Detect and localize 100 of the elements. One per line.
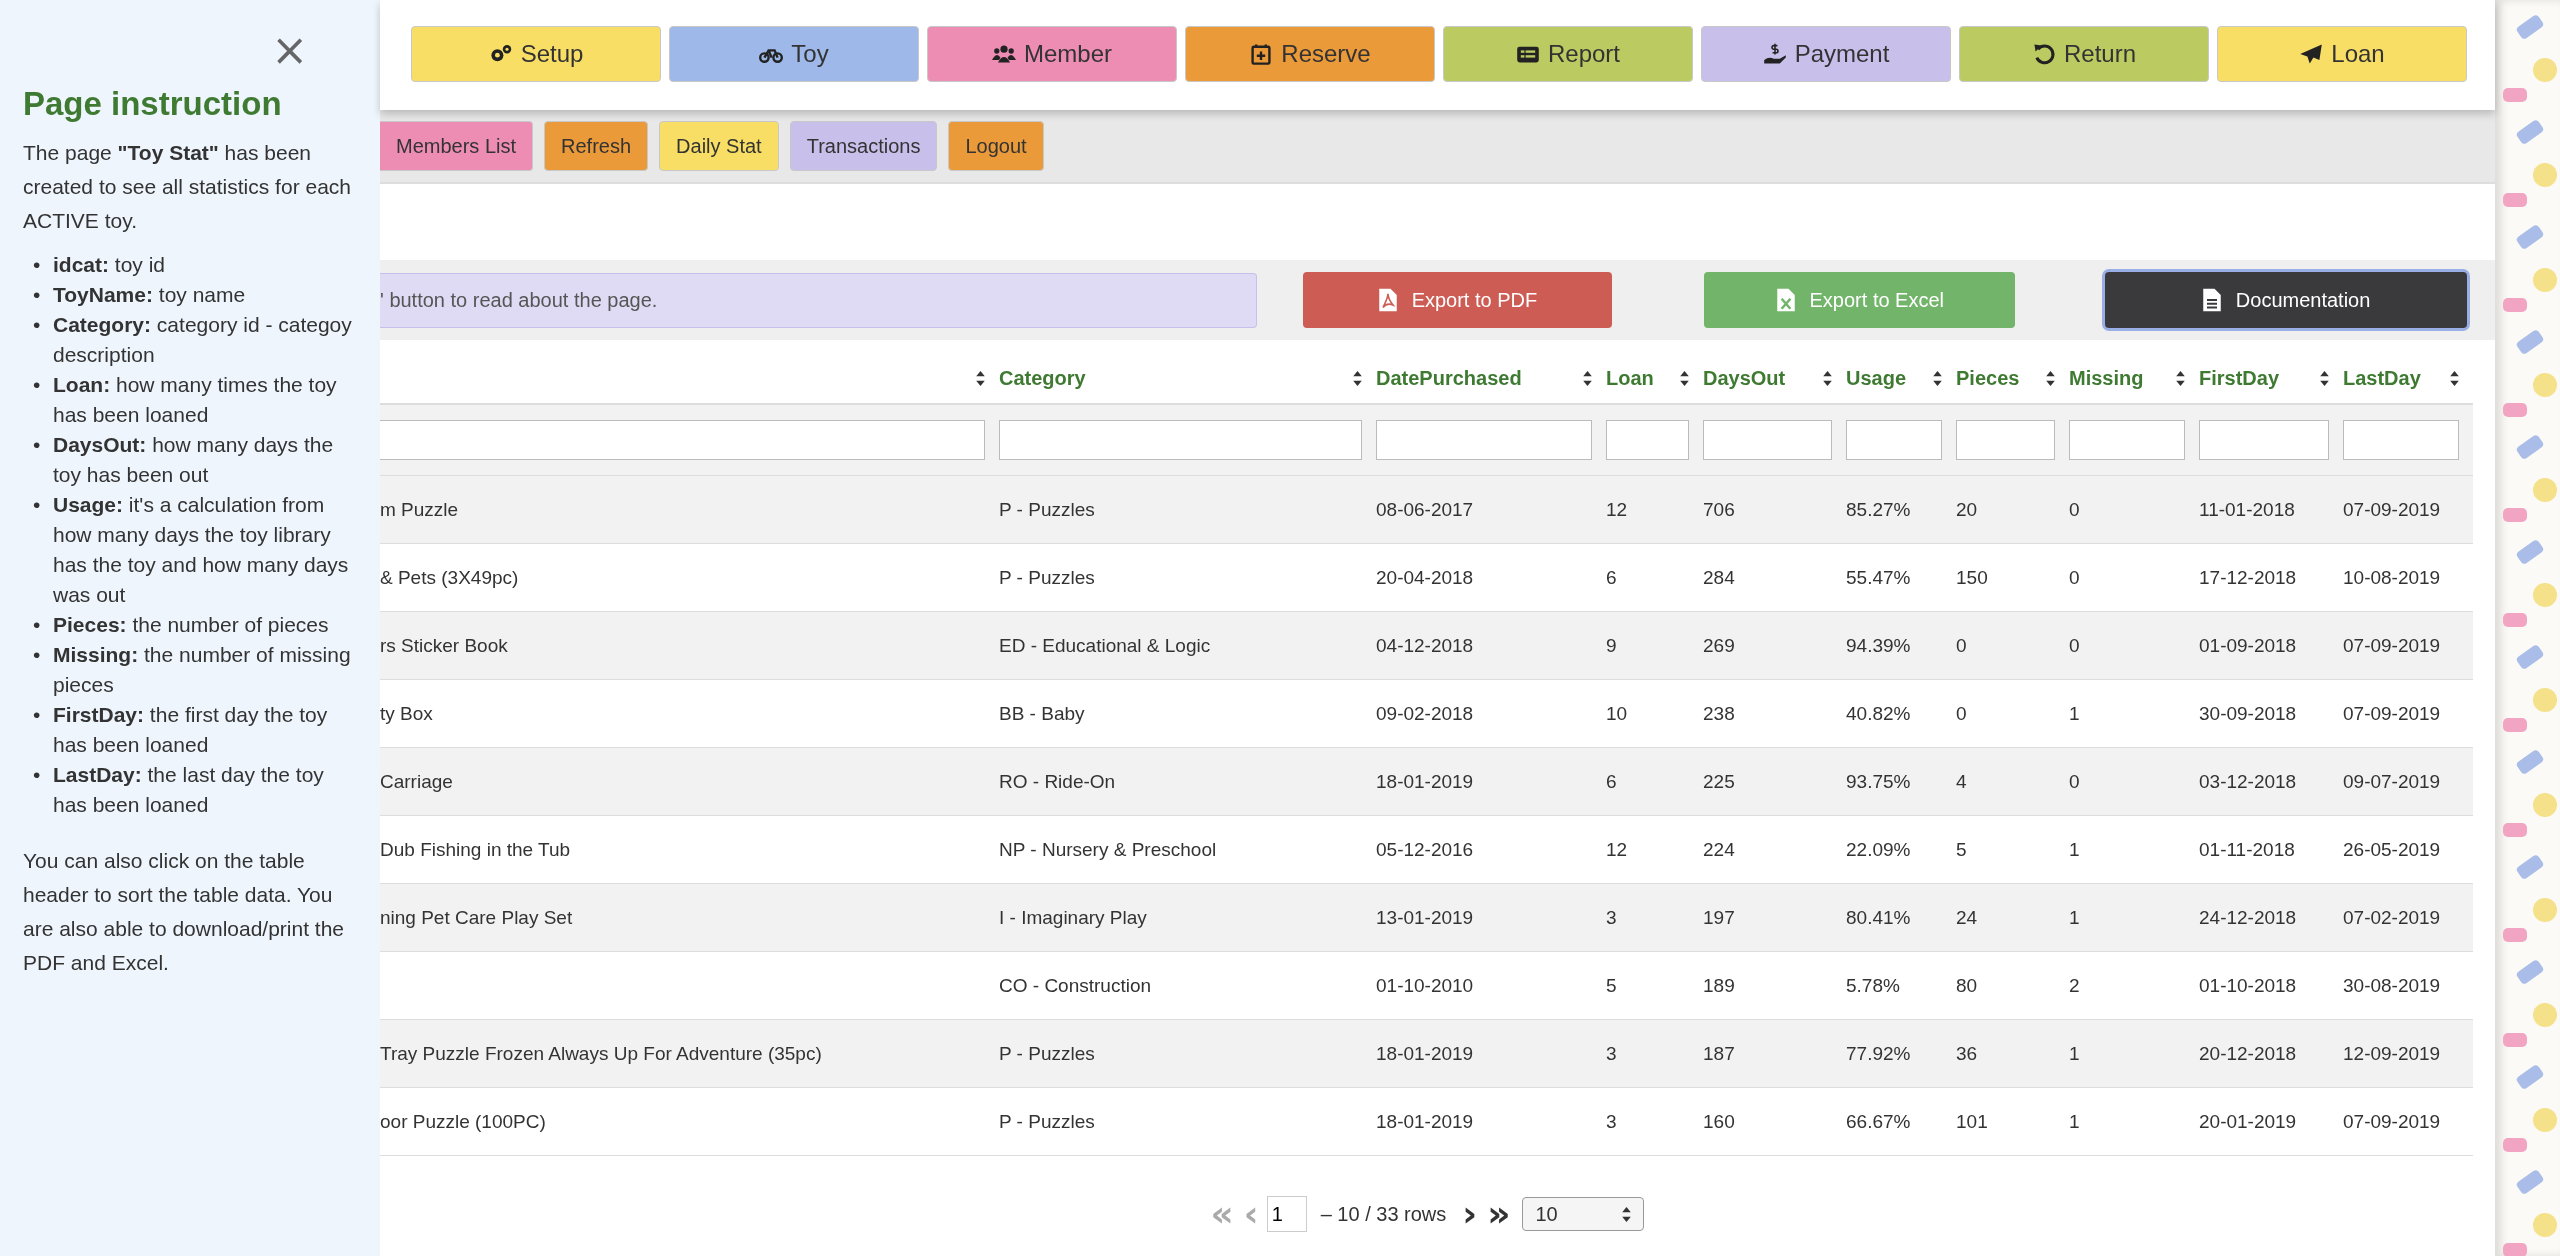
column-header[interactable]: Usage <box>1846 366 1907 390</box>
column-header[interactable]: Pieces <box>1956 366 2020 390</box>
column-header[interactable]: DaysOut <box>1703 366 1786 390</box>
table-cell: 05-12-2016 <box>1376 838 1474 861</box>
nav-button[interactable]: Toy <box>669 26 919 82</box>
column-header[interactable]: Missing <box>2069 366 2144 390</box>
filter-field[interactable] <box>2343 420 2459 460</box>
table-cell: 0 <box>2069 566 2080 589</box>
table-cell: Carriage <box>380 770 453 793</box>
filter-field[interactable] <box>1606 420 1689 460</box>
table-cell: 18-01-2019 <box>1376 770 1474 793</box>
menu-button[interactable]: Refresh <box>544 121 649 171</box>
table-cell: 284 <box>1703 566 1735 589</box>
table-cell: 20-04-2018 <box>1376 566 1474 589</box>
filter-field[interactable] <box>1376 420 1592 460</box>
dropdown-arrows-icon <box>1622 1206 1632 1222</box>
sort-icon[interactable] <box>1933 370 1942 386</box>
table-cell: 12 <box>1606 838 1628 861</box>
sort-icon[interactable] <box>1680 370 1689 386</box>
nav-button[interactable]: Member <box>927 26 1177 82</box>
table-cell: 07-09-2019 <box>2343 634 2441 657</box>
last-page-button[interactable]: » <box>1485 1199 1513 1229</box>
row-range: – 10 / 33 rows <box>1319 1202 1448 1226</box>
table-cell: 30-08-2019 <box>2343 974 2441 997</box>
filter-field[interactable] <box>1956 420 2055 460</box>
table-cell: 07-09-2019 <box>2343 1110 2441 1133</box>
table-cell: 1 <box>2069 1110 2080 1133</box>
table-cell: 20 <box>1956 498 1978 521</box>
sort-icon[interactable] <box>1583 370 1592 386</box>
table-cell: NP - Nursery & Preschool <box>999 838 1217 861</box>
table-cell: 189 <box>1703 974 1735 997</box>
bullet: • <box>32 252 42 278</box>
table-cell: ty Box <box>380 702 433 725</box>
page-size-select[interactable]: 10 <box>1522 1197 1645 1231</box>
sort-icon[interactable] <box>976 370 985 386</box>
table-cell: 24-12-2018 <box>2199 906 2297 929</box>
table-cell: P - Puzzles <box>999 1042 1095 1065</box>
table-cell: 17-12-2018 <box>2199 566 2297 589</box>
table-cell: 1 <box>2069 906 2080 929</box>
filter-field[interactable] <box>1703 420 1832 460</box>
table-cell: 0 <box>2069 770 2080 793</box>
table-cell: 24 <box>1956 906 1978 929</box>
menu-button[interactable]: Daily Stat <box>659 121 779 171</box>
column-header[interactable]: Loan <box>1606 366 1654 390</box>
nav-button[interactable]: Payment <box>1701 26 1951 82</box>
nav-button[interactable]: Report <box>1443 26 1693 82</box>
table-cell: 5.78% <box>1846 974 1900 997</box>
table-cell: Tray Puzzle Frozen Always Up For Adventure (35pc) <box>380 1042 822 1065</box>
filter-field[interactable] <box>999 420 1362 460</box>
undo-arrow-icon <box>2031 42 2056 66</box>
table-cell: 93.75% <box>1846 770 1911 793</box>
close-button[interactable]: × <box>271 30 308 70</box>
next-page-button[interactable]: › <box>1460 1199 1480 1229</box>
bullet: • <box>32 702 42 728</box>
filter-field[interactable] <box>2069 420 2185 460</box>
sort-icon[interactable] <box>2320 370 2329 386</box>
column-header[interactable]: FirstDay <box>2199 366 2280 390</box>
table-cell: 3 <box>1606 1042 1617 1065</box>
table-cell: 85.27% <box>1846 498 1911 521</box>
nav-button[interactable]: Return <box>1959 26 2209 82</box>
outro-text: You can also click on the table header to sort the table data. You are also able to download/print the PDF and Excel. <box>23 848 346 976</box>
table-cell: P - Puzzles <box>999 498 1095 521</box>
sort-icon[interactable] <box>2046 370 2055 386</box>
menu-button[interactable]: Logout <box>948 121 1044 171</box>
filter-field[interactable] <box>1846 420 1942 460</box>
table-cell: m Puzzle <box>380 498 459 521</box>
table-cell: & Pets (3X49pc) <box>380 566 519 589</box>
table-cell: 22.09% <box>1846 838 1911 861</box>
column-header[interactable]: DatePurchased <box>1376 366 1522 390</box>
sort-icon[interactable] <box>1823 370 1832 386</box>
sort-icon[interactable] <box>2450 370 2459 386</box>
document-icon <box>2201 287 2222 313</box>
nav-button[interactable]: Loan <box>2217 26 2467 82</box>
table-cell: 101 <box>1956 1110 1988 1133</box>
panel-title: Page instruction <box>23 84 283 124</box>
filter-field[interactable] <box>380 420 985 460</box>
table-cell: 9 <box>1606 634 1617 657</box>
menu-button[interactable]: Members List <box>380 121 534 171</box>
table-cell: 07-02-2019 <box>2343 906 2441 929</box>
page-number-field[interactable]: 1 <box>1266 1196 1307 1232</box>
table-cell: 0 <box>2069 634 2080 657</box>
table-cell: 0 <box>2069 498 2080 521</box>
table-cell: 07-09-2019 <box>2343 702 2441 725</box>
column-header[interactable]: LastDay <box>2343 366 2421 390</box>
table-cell: 3 <box>1606 906 1617 929</box>
table-cell: Dub Fishing in the Tub <box>380 838 571 861</box>
sort-icon[interactable] <box>1353 370 1362 386</box>
export-button[interactable]: Documentation <box>2105 272 2467 328</box>
bullet: • <box>32 492 42 518</box>
table-cell: 80.41% <box>1846 906 1911 929</box>
nav-button[interactable]: Setup <box>411 26 661 82</box>
table-cell: 11-01-2018 <box>2199 498 2295 521</box>
nav-button[interactable]: Reserve <box>1185 26 1435 82</box>
export-button[interactable]: Export to PDF <box>1302 272 1613 328</box>
column-header[interactable]: Category <box>999 366 1086 390</box>
filter-field[interactable] <box>2199 420 2329 460</box>
table-cell: 09-07-2019 <box>2343 770 2441 793</box>
sort-icon[interactable] <box>2176 370 2185 386</box>
menu-button[interactable]: Transactions <box>789 121 938 171</box>
table-cell: 187 <box>1703 1042 1735 1065</box>
